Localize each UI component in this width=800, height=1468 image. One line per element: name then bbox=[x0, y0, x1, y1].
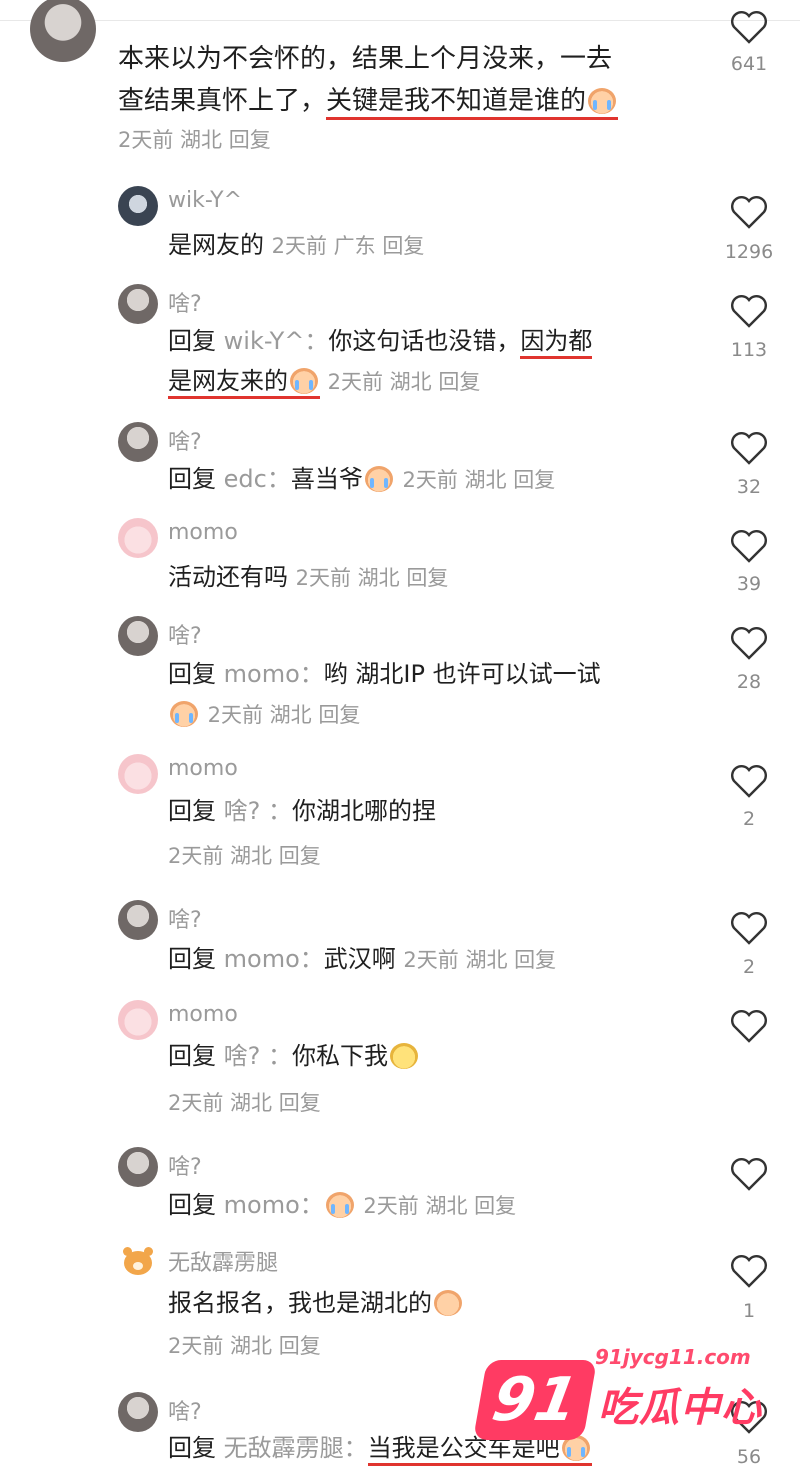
crying-emoji-icon bbox=[588, 88, 617, 114]
crying-emoji-icon bbox=[170, 701, 198, 727]
heart-outline-icon[interactable] bbox=[730, 1157, 768, 1191]
reply-text: 是网友的 2天前 广东 回复 bbox=[168, 231, 425, 259]
reply-meta[interactable]: 2天前 湖北 回复 bbox=[168, 838, 321, 874]
like-count: 28 bbox=[736, 671, 762, 693]
avatar[interactable] bbox=[118, 186, 158, 226]
username[interactable]: momo bbox=[168, 756, 238, 781]
username[interactable]: momo bbox=[168, 1002, 238, 1027]
avatar[interactable] bbox=[118, 1392, 158, 1432]
username[interactable]: 啥? bbox=[168, 1394, 202, 1426]
reply-text: 回复 momo： 2天前 湖北 回复 bbox=[168, 1191, 517, 1219]
reply-text-line2: 是网友来的 2天前 湖北 回复 bbox=[168, 363, 480, 400]
reply-text: 活动还有吗 2天前 湖北 回复 bbox=[168, 563, 449, 591]
heart-outline-icon[interactable] bbox=[730, 529, 768, 563]
watermark-badge: 91 bbox=[472, 1360, 598, 1440]
heart-outline-icon[interactable] bbox=[730, 294, 768, 328]
username[interactable]: momo bbox=[168, 520, 238, 545]
reply-text-line1: 回复 wik-Y^：你这句话也没错，因为都 bbox=[168, 323, 593, 359]
username[interactable]: 啥? bbox=[168, 286, 202, 318]
heart-outline-icon[interactable] bbox=[730, 911, 768, 945]
heart-outline-icon[interactable] bbox=[730, 1009, 768, 1043]
watermark-text: 吃瓜中心 bbox=[598, 1385, 762, 1431]
comment-text-plain: 查结果真怀上了， bbox=[118, 86, 327, 116]
avatar[interactable] bbox=[118, 1000, 158, 1040]
grinning-emoji-icon bbox=[390, 1043, 419, 1069]
reply-text: 回复 啥? ：你私下我 bbox=[168, 1038, 420, 1074]
reply-text: 报名报名，我也是湖北的 bbox=[168, 1285, 464, 1321]
comment-text-highlight: 关键是我不知道是谁的 bbox=[326, 86, 619, 120]
avatar[interactable] bbox=[118, 1243, 158, 1283]
avatar[interactable] bbox=[118, 900, 158, 940]
like-count: 2 bbox=[742, 808, 756, 830]
heart-outline-icon[interactable] bbox=[730, 1254, 768, 1288]
like-count: 641 bbox=[730, 53, 768, 75]
reply-meta[interactable]: 2天前 湖北 回复 bbox=[168, 1328, 321, 1364]
crying-emoji-icon bbox=[325, 1192, 354, 1218]
avatar[interactable] bbox=[118, 1147, 158, 1187]
crying-emoji-icon bbox=[364, 466, 393, 492]
comment-text-line1: 本来以为不会怀的，结果上个月没来，一去 bbox=[118, 44, 613, 74]
watermark: 91 91jycg11.com 吃瓜中心 bbox=[472, 1345, 780, 1455]
heart-outline-icon[interactable] bbox=[730, 431, 768, 465]
watermark-url: 91jycg11.com bbox=[595, 1345, 751, 1369]
heart-outline-icon[interactable] bbox=[730, 764, 768, 798]
heart-outline-icon[interactable] bbox=[730, 10, 768, 44]
like-count: 113 bbox=[730, 339, 768, 361]
reply-meta[interactable]: 2天前 湖北 回复 bbox=[168, 1085, 321, 1121]
username[interactable]: wik-Y^ bbox=[168, 188, 242, 213]
like-count: 1296 bbox=[724, 241, 774, 263]
like-count: 1 bbox=[742, 1300, 756, 1322]
username[interactable]: 啥? bbox=[168, 618, 202, 650]
reply-text: 回复 momo：武汉啊 2天前 湖北 回复 bbox=[168, 945, 557, 973]
like-count: 39 bbox=[736, 573, 762, 595]
sad-emoji-icon bbox=[434, 1290, 462, 1316]
avatar[interactable] bbox=[118, 616, 158, 656]
username[interactable]: 无敌霹雳腿 bbox=[168, 1245, 278, 1277]
username[interactable]: 啥? bbox=[168, 424, 202, 456]
avatar[interactable] bbox=[118, 422, 158, 462]
avatar[interactable] bbox=[30, 0, 96, 62]
like-count: 32 bbox=[736, 476, 762, 498]
reply-text: 回复 啥? ：你湖北哪的捏 bbox=[168, 797, 437, 825]
comment-meta[interactable]: 2天前 湖北 回复 bbox=[118, 122, 271, 158]
reply-text: 回复 momo：哟 湖北IP 也许可以试一试 bbox=[168, 660, 601, 688]
crying-emoji-icon bbox=[290, 368, 318, 394]
reply-text: 回复 edc：喜当爷 2天前 湖北 回复 bbox=[168, 465, 556, 493]
heart-outline-icon[interactable] bbox=[730, 195, 768, 229]
username[interactable]: 啥? bbox=[168, 1149, 202, 1181]
top-divider bbox=[0, 0, 800, 21]
avatar[interactable] bbox=[118, 284, 158, 324]
avatar[interactable] bbox=[118, 518, 158, 558]
heart-outline-icon[interactable] bbox=[730, 626, 768, 660]
username[interactable]: 啥? bbox=[168, 902, 202, 934]
comment-text-line2: 查结果真怀上了，关键是我不知道是谁的 bbox=[118, 80, 619, 122]
like-count: 2 bbox=[742, 956, 756, 978]
reply-meta[interactable]: 2天前 湖北 回复 bbox=[168, 696, 360, 733]
avatar[interactable] bbox=[118, 754, 158, 794]
